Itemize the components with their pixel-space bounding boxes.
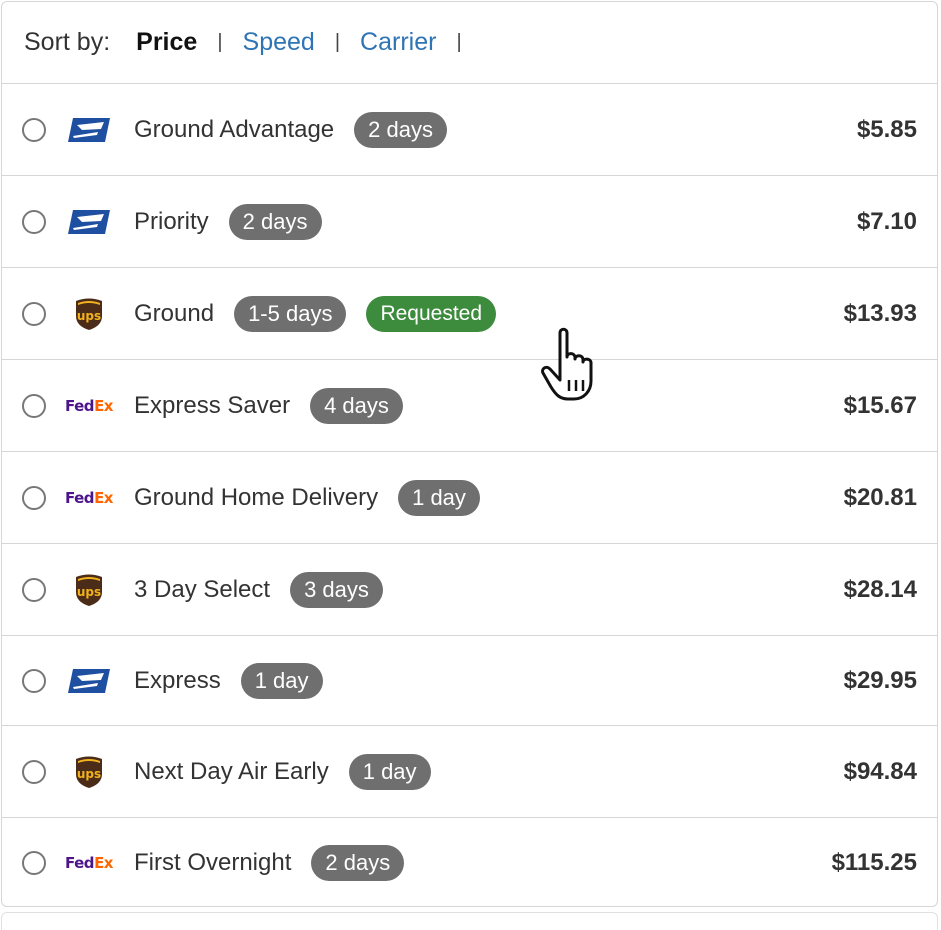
fedex-icon: FedEx [65, 397, 113, 415]
service-name: First Overnight [134, 849, 292, 876]
rate-details: First Overnight 2 days [134, 845, 405, 881]
transit-time-badge: 2 days [311, 845, 405, 881]
carrier-logo [64, 664, 114, 698]
rate-row[interactable]: FedEx Ground Home Delivery 1 day $20.81 [2, 452, 937, 544]
transit-time-badge: 2 days [354, 112, 447, 148]
carrier-logo: ups [64, 297, 114, 331]
service-name: Express [134, 667, 221, 694]
rate-radio-button[interactable] [22, 669, 46, 693]
rate-details: Express Saver 4 days [134, 388, 403, 424]
ups-icon: ups [76, 756, 102, 788]
requested-badge: Requested [366, 296, 497, 332]
rate-radio-button[interactable] [22, 118, 46, 142]
sort-option-carrier[interactable]: Carrier [360, 28, 436, 57]
rate-row[interactable]: Priority 2 days $7.10 [2, 176, 937, 268]
rate-radio-button[interactable] [22, 760, 46, 784]
rate-price: $7.10 [856, 208, 917, 235]
rate-price: $5.85 [856, 116, 917, 143]
rate-radio-button[interactable] [22, 210, 46, 234]
sort-bar: Sort by: Price | Speed | Carrier | [2, 2, 937, 84]
sort-option-price[interactable]: Price [136, 28, 197, 57]
shipping-rates-panel: Sort by: Price | Speed | Carrier | Groun… [1, 1, 938, 907]
sort-separator: | [456, 31, 462, 53]
rate-row[interactable]: Express 1 day $29.95 [2, 636, 937, 726]
fedex-icon: FedEx [65, 489, 113, 507]
service-name: Priority [134, 208, 209, 235]
next-panel-edge [1, 912, 938, 930]
service-name: Ground Home Delivery [134, 484, 379, 511]
rate-details: Priority 2 days [134, 204, 322, 240]
carrier-logo [64, 205, 114, 239]
carrier-logo: ups [64, 755, 114, 789]
service-name: Express Saver [134, 392, 291, 419]
usps-icon [68, 118, 110, 142]
ups-icon: ups [76, 298, 102, 330]
rate-radio-button[interactable] [22, 578, 46, 602]
rate-price: $94.84 [843, 758, 917, 785]
service-name: 3 Day Select [134, 576, 271, 603]
service-name: Next Day Air Early [134, 758, 329, 785]
rate-row[interactable]: ups 3 Day Select 3 days $28.14 [2, 544, 937, 636]
transit-time-badge: 4 days [310, 388, 403, 424]
rate-row[interactable]: FedEx Express Saver 4 days $15.67 [2, 360, 937, 452]
sort-option-speed[interactable]: Speed [243, 28, 315, 57]
fedex-icon: FedEx [65, 854, 113, 872]
usps-icon [68, 669, 110, 693]
service-name: Ground Advantage [134, 116, 335, 143]
rate-details: Express 1 day [134, 663, 323, 699]
rate-radio-button[interactable] [22, 486, 46, 510]
transit-time-badge: 1-5 days [234, 296, 347, 332]
carrier-logo: ups [64, 573, 114, 607]
rate-radio-button[interactable] [22, 851, 46, 875]
sort-label: Sort by: [24, 28, 111, 56]
rate-details: Ground 1-5 days Requested [134, 296, 497, 332]
ups-logo-text: ups [77, 309, 101, 323]
ups-logo-text: ups [77, 585, 101, 599]
rate-details: Ground Advantage 2 days [134, 112, 447, 148]
rate-row[interactable]: ups Ground 1-5 days Requested $13.93 [2, 268, 937, 360]
sort-separator: | [334, 31, 341, 53]
rate-price: $29.95 [843, 667, 917, 694]
ups-icon: ups [76, 574, 102, 606]
carrier-logo: FedEx [64, 389, 114, 423]
rate-price: $115.25 [831, 849, 917, 876]
rate-details: Ground Home Delivery 1 day [134, 480, 480, 516]
rate-details: 3 Day Select 3 days [134, 572, 383, 608]
sort-separator: | [217, 31, 223, 53]
service-name: Ground [134, 300, 215, 327]
rate-price: $28.14 [843, 576, 917, 603]
rate-row[interactable]: ups Next Day Air Early 1 day $94.84 [2, 726, 937, 818]
transit-time-badge: 2 days [228, 204, 322, 240]
rate-radio-button[interactable] [22, 302, 46, 326]
rate-radio-button[interactable] [22, 394, 46, 418]
transit-time-badge: 3 days [290, 572, 383, 608]
transit-time-badge: 1 day [398, 480, 480, 516]
transit-time-badge: 1 day [348, 754, 431, 790]
rate-row[interactable]: FedEx First Overnight 2 days $115.25 [2, 818, 937, 908]
carrier-logo [64, 113, 114, 147]
usps-icon [68, 210, 110, 234]
rate-price: $13.93 [843, 300, 917, 327]
rate-price: $15.67 [843, 392, 917, 419]
carrier-logo: FedEx [64, 481, 114, 515]
rate-details: Next Day Air Early 1 day [134, 754, 431, 790]
carrier-logo: FedEx [64, 846, 114, 880]
rate-price: $20.81 [843, 484, 917, 511]
transit-time-badge: 1 day [240, 663, 323, 699]
rate-row[interactable]: Ground Advantage 2 days $5.85 [2, 84, 937, 176]
ups-logo-text: ups [77, 767, 101, 781]
